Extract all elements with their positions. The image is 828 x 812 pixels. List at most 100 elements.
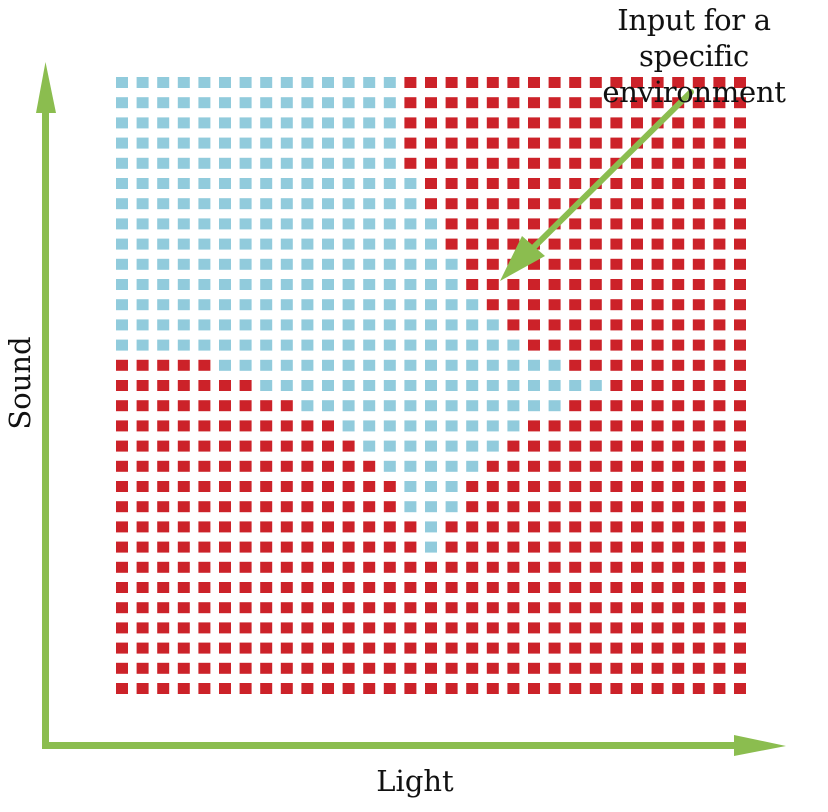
grid-cell-blue: [589, 380, 602, 391]
grid-cell-blue: [301, 157, 314, 169]
grid-cell-red: [631, 440, 643, 452]
grid-cell-red: [301, 642, 314, 654]
grid-cell-blue: [219, 157, 231, 169]
grid-cell-red: [672, 279, 685, 290]
grid-cell-red: [631, 157, 643, 169]
grid-cell-blue: [425, 380, 437, 391]
grid-cell-blue: [116, 137, 128, 149]
grid-cell-blue: [342, 77, 355, 88]
grid-cell-red: [486, 521, 499, 533]
grid-cell-red: [342, 440, 355, 452]
grid-cell-blue: [383, 238, 396, 250]
grid-cell-red: [177, 420, 190, 432]
grid-cell-red: [301, 602, 314, 614]
grid-cell-red: [692, 622, 705, 634]
grid-cell-red: [260, 622, 273, 634]
grid-cell-blue: [383, 380, 396, 391]
grid-cell-red: [631, 582, 643, 593]
grid-cell-red: [548, 481, 561, 492]
grid-cell-red: [486, 662, 499, 674]
grid-cell-red: [651, 400, 664, 412]
grid-cell-red: [157, 541, 170, 553]
grid-cell-blue: [383, 460, 396, 472]
grid-cell-red: [425, 602, 437, 614]
grid-cell-red: [631, 400, 643, 412]
grid-cell-blue: [157, 238, 170, 250]
grid-cell-red: [260, 683, 273, 694]
grid-cell-red: [692, 642, 705, 654]
grid-cell-red: [239, 582, 252, 593]
grid-cell-red: [589, 541, 602, 553]
grid-cell-red: [734, 198, 746, 210]
grid-cell-red: [157, 622, 170, 634]
grid-cell-blue: [301, 218, 314, 230]
grid-cell-red: [486, 157, 499, 169]
grid-cell-red: [466, 481, 479, 492]
grid-cell-red: [383, 622, 396, 634]
grid-cell-red: [548, 279, 561, 290]
grid-cell-red: [219, 380, 231, 391]
grid-cell-blue: [404, 319, 417, 331]
grid-cell-blue: [177, 178, 190, 189]
grid-cell-red: [548, 582, 561, 593]
grid-cell-red: [569, 642, 582, 654]
grid-cell-red: [239, 622, 252, 634]
grid-cell-red: [486, 561, 499, 573]
grid-cell-red: [672, 238, 685, 250]
grid-cell-red: [136, 622, 149, 634]
grid-cell-blue: [280, 117, 293, 129]
grid-cell-blue: [157, 218, 170, 230]
grid-cell-blue: [157, 198, 170, 210]
grid-cell-red: [569, 319, 582, 331]
annotation-label: Input for a specific environment: [560, 2, 828, 110]
grid-cell-red: [528, 299, 540, 311]
grid-cell-red: [734, 622, 746, 634]
grid-cell-red: [548, 198, 561, 210]
grid-cell-red: [548, 561, 561, 573]
grid-cell-red: [136, 501, 149, 513]
grid-cell-blue: [219, 279, 231, 290]
grid-cell-red: [569, 279, 582, 290]
grid-cell-red: [651, 178, 664, 189]
grid-cell-blue: [342, 198, 355, 210]
grid-cell-blue: [116, 258, 128, 270]
grid-cell-red: [116, 602, 128, 614]
grid-cell-red: [548, 460, 561, 472]
grid-cell-red: [301, 561, 314, 573]
grid-cell-red: [569, 117, 582, 129]
grid-cell-red: [466, 258, 479, 270]
grid-cell-red: [692, 521, 705, 533]
grid-cell-red: [342, 662, 355, 674]
grid-cell-blue: [198, 117, 211, 129]
grid-cell-red: [404, 541, 417, 553]
grid-cell-red: [548, 622, 561, 634]
grid-cell-red: [404, 117, 417, 129]
grid-cell-red: [672, 218, 685, 230]
grid-cell-red: [486, 481, 499, 492]
grid-cell-blue: [322, 339, 334, 351]
grid-cell-blue: [383, 157, 396, 169]
grid-cell-red: [672, 622, 685, 634]
grid-cell-red: [466, 622, 479, 634]
grid-cell-red: [342, 602, 355, 614]
grid-cell-red: [528, 117, 540, 129]
grid-cell-blue: [177, 97, 190, 109]
grid-cell-red: [280, 481, 293, 492]
grid-cell-red: [116, 420, 128, 432]
grid-cell-red: [713, 359, 726, 371]
grid-cell-red: [692, 460, 705, 472]
grid-cell-blue: [425, 481, 437, 492]
grid-cell-blue: [363, 178, 376, 189]
grid-cell-red: [651, 319, 664, 331]
grid-cell-red: [466, 279, 479, 290]
grid-cell-blue: [116, 157, 128, 169]
grid-cell-red: [425, 198, 437, 210]
grid-cell-red: [239, 561, 252, 573]
grid-cell-blue: [425, 501, 437, 513]
grid-cell-red: [260, 602, 273, 614]
grid-cell-red: [589, 642, 602, 654]
grid-cell-blue: [157, 258, 170, 270]
grid-cell-red: [651, 683, 664, 694]
grid-cell-red: [631, 501, 643, 513]
grid-cell-red: [136, 420, 149, 432]
